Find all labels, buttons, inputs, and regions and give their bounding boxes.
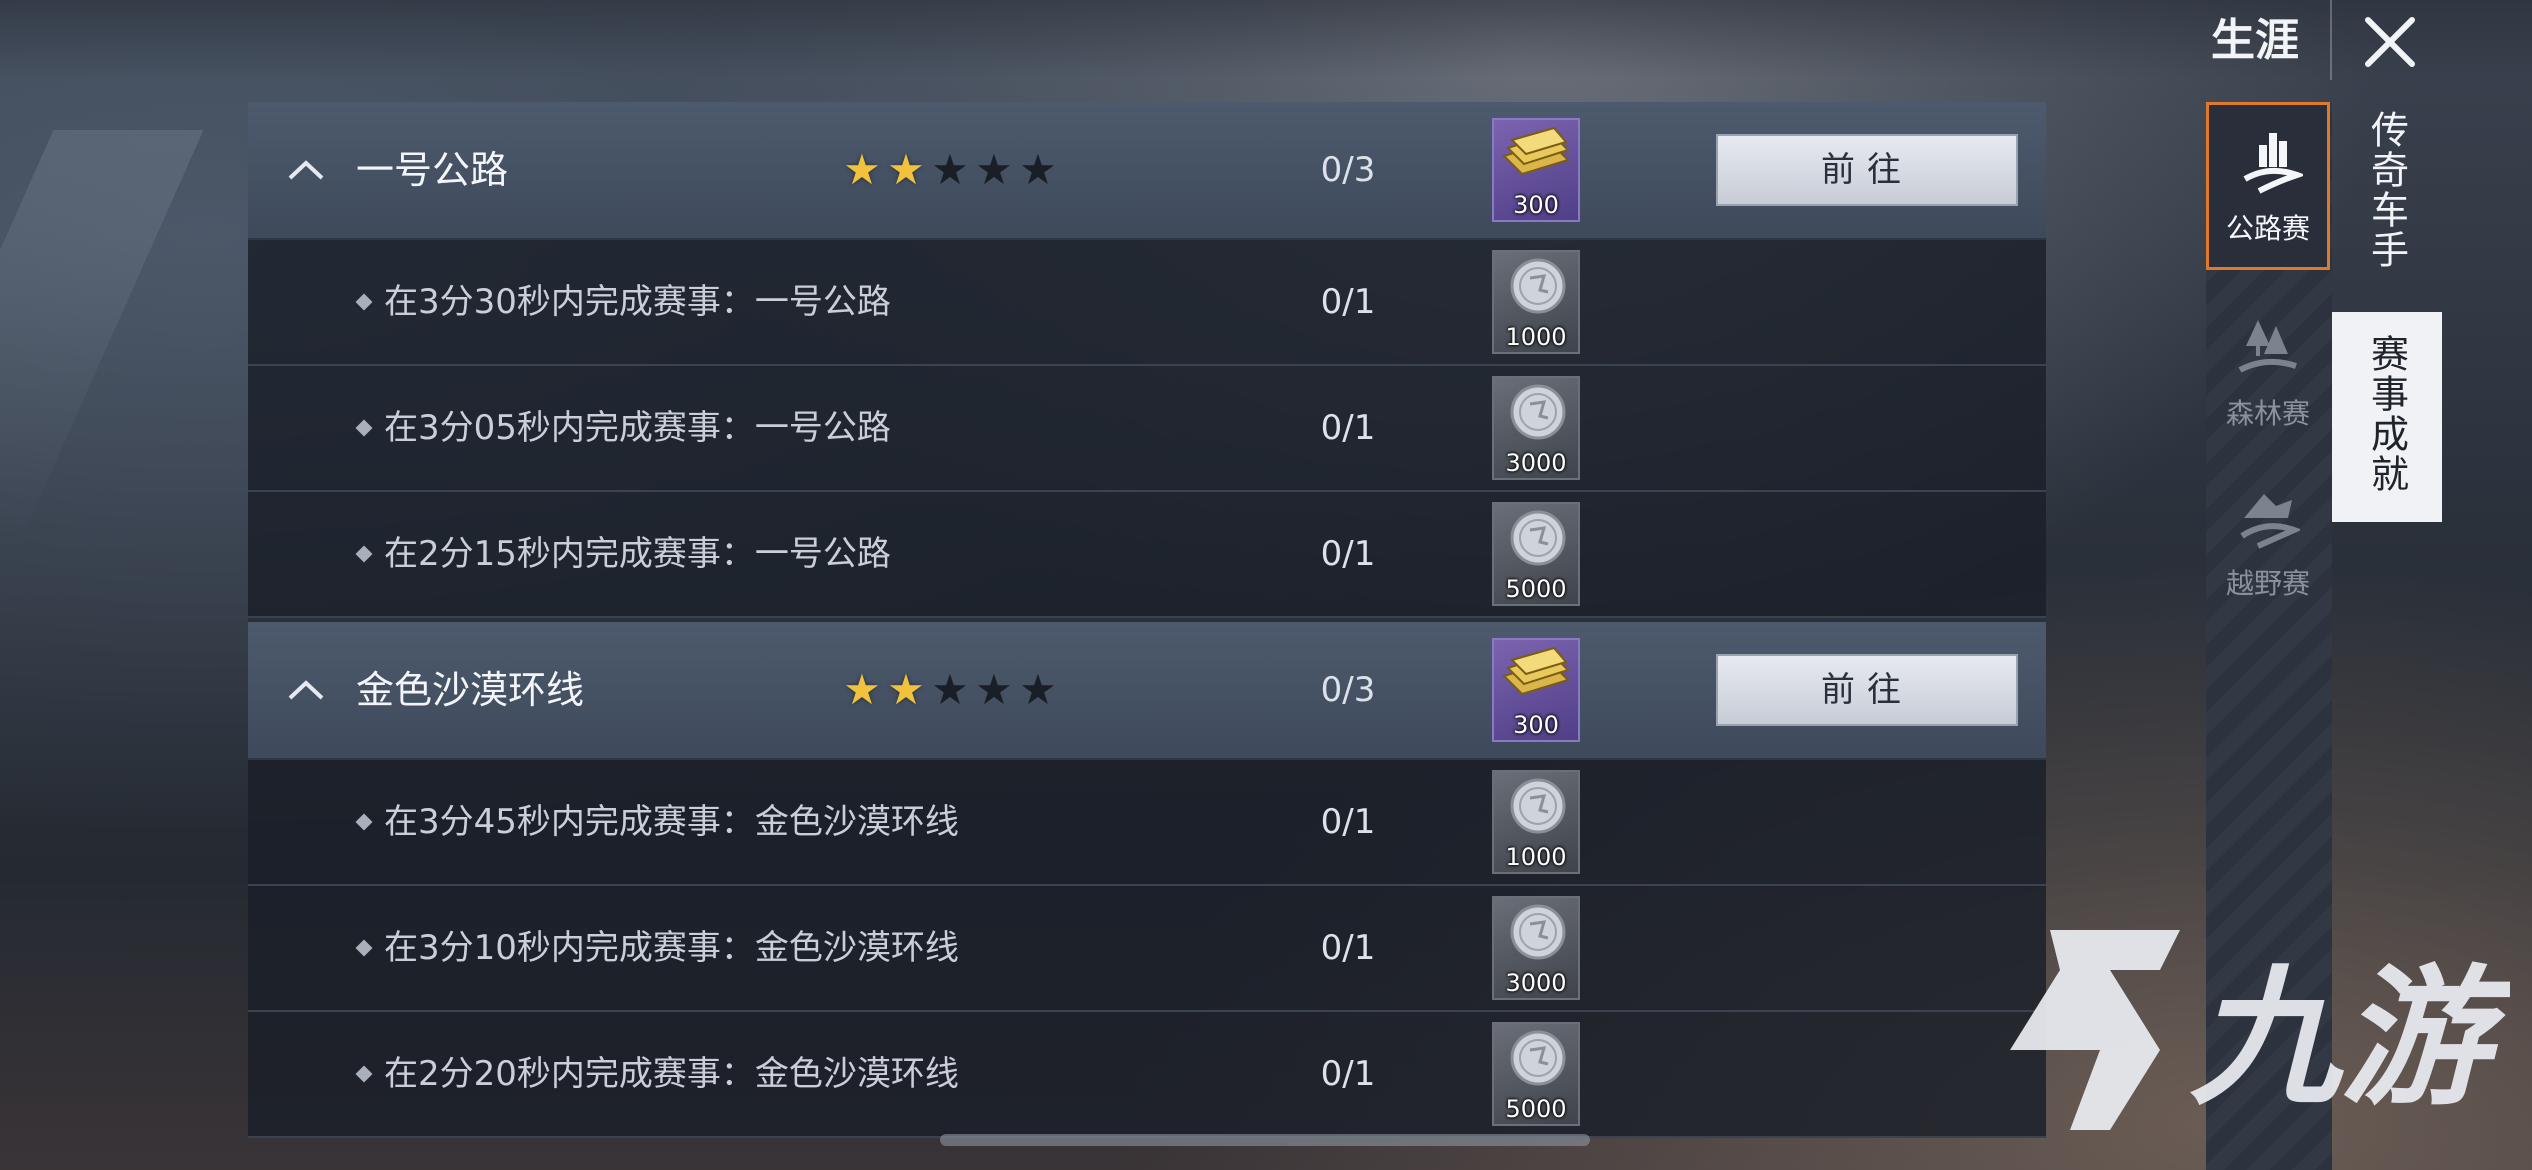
- bullet-diamond-icon: [355, 813, 373, 831]
- background-streak: [0, 130, 204, 550]
- task-text: 在2分20秒内完成赛事：金色沙漠环线: [384, 1054, 959, 1094]
- section-name: 一号公路: [356, 148, 509, 192]
- bullet-diamond-icon: [355, 545, 373, 563]
- reward-item[interactable]: 1000: [1492, 250, 1580, 354]
- side-tab-label: 公路赛: [2225, 212, 2310, 245]
- close-icon: [2365, 17, 2415, 67]
- chevron-up-icon: [288, 160, 324, 180]
- collapse-button[interactable]: [284, 148, 328, 192]
- task-text: 在3分30秒内完成赛事：一号公路: [384, 282, 891, 322]
- reward-amount: 3000: [1505, 969, 1567, 997]
- star-icon: ★: [843, 145, 881, 194]
- task-progress: 0/1: [1320, 282, 1376, 322]
- collapse-button[interactable]: [284, 668, 328, 712]
- reward-item[interactable]: 5000: [1492, 502, 1580, 606]
- side-tab-label: 森林赛: [2225, 397, 2310, 430]
- section-header-highway-1[interactable]: 一号公路 ★ ★ ★ ★ ★ 0/3 300 前往: [248, 102, 2046, 240]
- star-icon: ★: [843, 665, 881, 714]
- silver-coin-icon: [1510, 384, 1566, 440]
- bullet-diamond-icon: [355, 939, 373, 957]
- reward-amount: 5000: [1505, 575, 1567, 603]
- reward-item[interactable]: 300: [1492, 638, 1580, 742]
- task-text: 在2分15秒内完成赛事：一号公路: [384, 534, 891, 574]
- achievement-list[interactable]: 一号公路 ★ ★ ★ ★ ★ 0/3 300 前往 在3分30秒内完成赛事：一号…: [248, 102, 2046, 1144]
- cash-bundle-icon: [1502, 126, 1570, 176]
- road-race-icon: [2243, 133, 2303, 194]
- reward-item[interactable]: 5000: [1492, 1022, 1580, 1126]
- star-icon: ★: [1019, 145, 1057, 194]
- top-bar: [0, 0, 2532, 78]
- vtab-label: 传奇车手: [2364, 110, 2409, 270]
- task-row: 在2分15秒内完成赛事：一号公路 0/1 5000: [248, 492, 2046, 618]
- task-progress: 0/1: [1320, 1054, 1376, 1094]
- silver-coin-icon: [1510, 1030, 1566, 1086]
- silver-coin-icon: [1510, 258, 1566, 314]
- star-rating: ★ ★ ★ ★ ★: [840, 146, 1060, 194]
- horizontal-scrollbar[interactable]: [940, 1134, 1590, 1146]
- close-button[interactable]: [2350, 6, 2430, 78]
- vtab-label: 赛事成就: [2364, 334, 2409, 494]
- bullet-diamond-icon: [355, 293, 373, 311]
- page-title: 生涯: [2211, 15, 2299, 66]
- goto-button[interactable]: 前往: [1716, 654, 2018, 726]
- star-icon: ★: [931, 145, 969, 194]
- header-divider: [2330, 0, 2332, 80]
- silver-coin-icon: [1510, 510, 1566, 566]
- forest-race-icon: [2238, 320, 2297, 373]
- star-icon: ★: [931, 665, 969, 714]
- chevron-up-icon: [288, 680, 324, 700]
- task-row: 在3分45秒内完成赛事：金色沙漠环线 0/1 1000: [248, 760, 2046, 886]
- silver-coin-icon: [1510, 904, 1566, 960]
- reward-item[interactable]: 3000: [1492, 896, 1580, 1000]
- bullet-diamond-icon: [355, 419, 373, 437]
- side-tab-offroad-race[interactable]: 越野赛: [2206, 460, 2330, 628]
- task-progress: 0/1: [1320, 534, 1376, 574]
- star-rating: ★ ★ ★ ★ ★: [840, 666, 1060, 714]
- tab-race-achievement[interactable]: 赛事成就: [2332, 312, 2442, 522]
- star-icon: ★: [975, 145, 1013, 194]
- task-progress: 0/1: [1320, 802, 1376, 842]
- reward-amount: 300: [1513, 711, 1559, 739]
- reward-amount: 1000: [1505, 323, 1567, 351]
- section-progress: 0/3: [1320, 150, 1376, 190]
- star-icon: ★: [1019, 665, 1057, 714]
- reward-item[interactable]: 300: [1492, 118, 1580, 222]
- section-progress: 0/3: [1320, 670, 1376, 710]
- offroad-race-icon: [2240, 494, 2300, 549]
- reward-item[interactable]: 1000: [1492, 770, 1580, 874]
- task-progress: 0/1: [1320, 408, 1376, 448]
- star-icon: ★: [887, 665, 925, 714]
- reward-amount: 300: [1513, 191, 1559, 219]
- side-tab-forest-race[interactable]: 森林赛: [2206, 290, 2330, 458]
- cash-bundle-icon: [1502, 646, 1570, 696]
- task-text: 在3分05秒内完成赛事：一号公路: [384, 408, 891, 448]
- star-icon: ★: [887, 145, 925, 194]
- bullet-diamond-icon: [355, 1065, 373, 1083]
- task-row: 在3分10秒内完成赛事：金色沙漠环线 0/1 3000: [248, 886, 2046, 1012]
- star-icon: ★: [975, 665, 1013, 714]
- silver-coin-icon: [1510, 778, 1566, 834]
- task-row: 在2分20秒内完成赛事：金色沙漠环线 0/1 5000: [248, 1012, 2046, 1138]
- jiuyou-logo: 九游: [2010, 930, 2510, 1130]
- task-text: 在3分10秒内完成赛事：金色沙漠环线: [384, 928, 959, 968]
- task-row: 在3分05秒内完成赛事：一号公路 0/1 3000: [248, 366, 2046, 492]
- task-text: 在3分45秒内完成赛事：金色沙漠环线: [384, 802, 959, 842]
- reward-amount: 3000: [1505, 449, 1567, 477]
- section-header-golden-desert[interactable]: 金色沙漠环线 ★ ★ ★ ★ ★ 0/3 300 前往: [248, 618, 2046, 760]
- side-tab-road-race[interactable]: 公路赛: [2206, 102, 2330, 270]
- watermark-text: 九游: [2190, 952, 2510, 1126]
- reward-amount: 5000: [1505, 1095, 1567, 1123]
- section-name: 金色沙漠环线: [356, 668, 585, 712]
- task-progress: 0/1: [1320, 928, 1376, 968]
- task-row: 在3分30秒内完成赛事：一号公路 0/1 1000: [248, 240, 2046, 366]
- side-tab-label: 越野赛: [2225, 567, 2310, 600]
- reward-item[interactable]: 3000: [1492, 376, 1580, 480]
- goto-button[interactable]: 前往: [1716, 134, 2018, 206]
- reward-amount: 1000: [1505, 843, 1567, 871]
- tab-legend-driver[interactable]: 传奇车手: [2332, 110, 2442, 300]
